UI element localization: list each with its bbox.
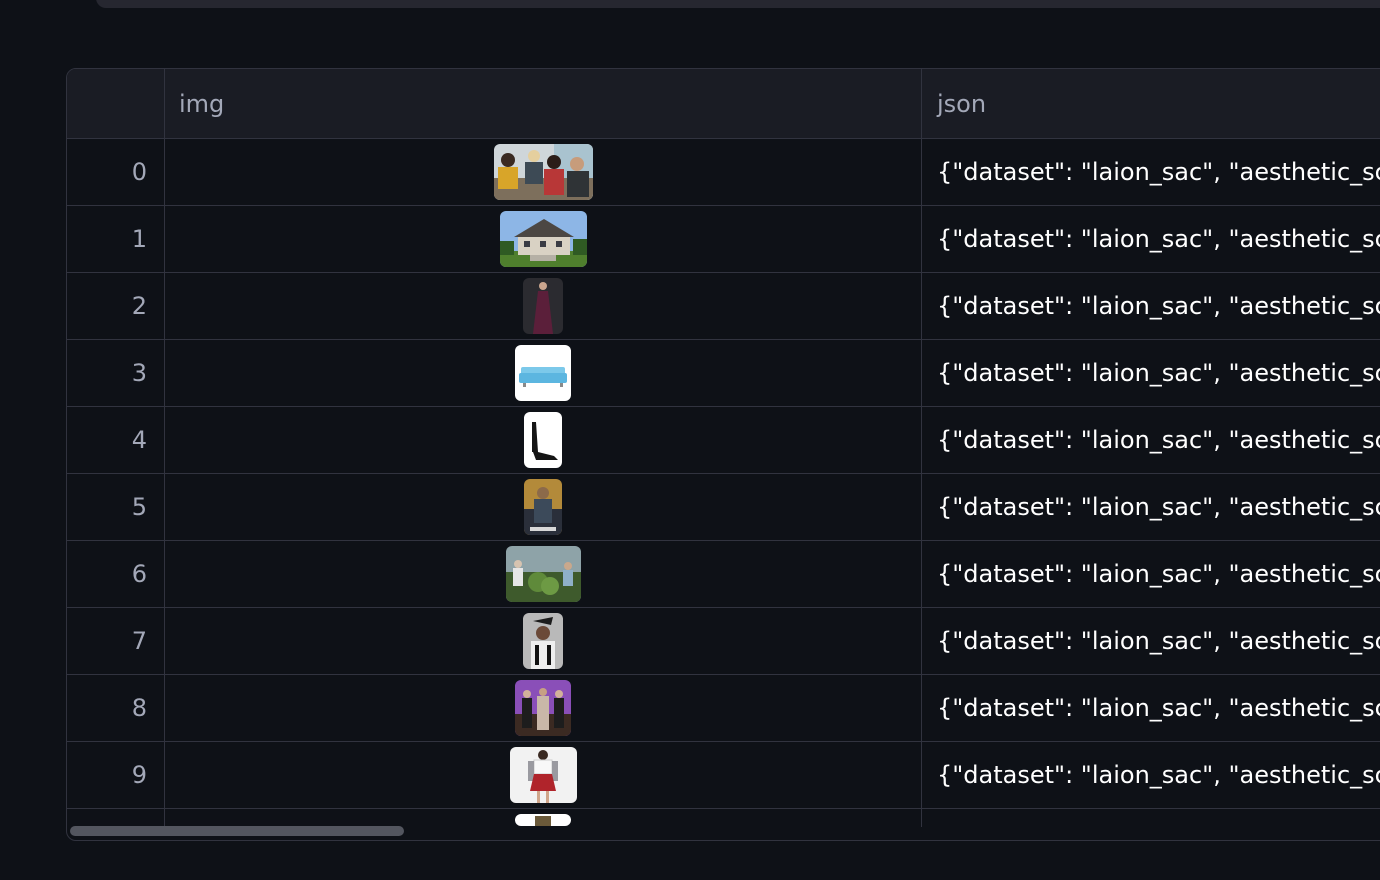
top-input-bar[interactable] (96, 0, 1380, 8)
table-row[interactable]: 0 {"dataset": "laion_sac", "aesthetic_sc… (67, 139, 1380, 206)
woman-in-gown-image (523, 278, 563, 334)
json-cell[interactable]: {"dataset": "laion_sac", "aesthetic_scor… (922, 675, 1380, 741)
row-index: 5 (67, 474, 165, 540)
json-cell[interactable]: {"dataset": "laion_sac", "aesthetic_scor… (922, 273, 1380, 339)
table-grid: img json 0 {"dataset": "laion_sac", "aes… (67, 69, 1380, 827)
json-cell[interactable]: {"dataset": "laion_sac", "aesthetic_scor… (922, 206, 1380, 272)
high-heel-shoe-image (524, 412, 562, 468)
row-index: 4 (67, 407, 165, 473)
img-cell[interactable] (165, 742, 922, 808)
woman-with-hat-image (523, 613, 563, 669)
dataframe-table[interactable]: img json 0 {"dataset": "laion_sac", "aes… (66, 68, 1380, 841)
table-row[interactable]: 1 {"dataset": "laion_sac", "aesthetic_sc… (67, 206, 1380, 273)
movie-poster-image (524, 479, 562, 535)
img-cell[interactable] (165, 340, 922, 406)
table-header-row: img json (67, 69, 1380, 139)
horizontal-scrollbar[interactable] (67, 825, 1380, 839)
group-of-people-image (493, 144, 593, 200)
img-column-header[interactable]: img (165, 69, 922, 138)
json-column-header[interactable]: json (922, 69, 1380, 138)
row-index: 0 (67, 139, 165, 205)
img-cell[interactable] (165, 608, 922, 674)
blue-sofa-image (515, 345, 571, 401)
json-cell[interactable]: {"dataset": "laion_sac", "aesthetic_scor… (922, 407, 1380, 473)
row-index: 7 (67, 608, 165, 674)
fashion-group-image (515, 680, 571, 736)
img-cell[interactable] (165, 273, 922, 339)
table-row[interactable]: 7 {"dataset": "laion_sac", "aesthetic_sc… (67, 608, 1380, 675)
table-row[interactable]: 3 {"dataset": "laion_sac", "aesthetic_sc… (67, 340, 1380, 407)
row-index: 6 (67, 541, 165, 607)
json-cell[interactable]: {"dataset": "laion_sac", "aesthetic_scor… (922, 474, 1380, 540)
img-cell[interactable] (165, 474, 922, 540)
scrollbar-thumb[interactable] (70, 826, 404, 836)
row-index: 8 (67, 675, 165, 741)
house-image (499, 211, 587, 267)
json-cell[interactable]: {"dataset": "laion_sac", "aesthetic_scor… (922, 608, 1380, 674)
table-row[interactable]: 8 {"dataset": "laion_sac", "aesthetic_sc… (67, 675, 1380, 742)
woman-red-skirt-image (509, 747, 577, 803)
img-cell[interactable] (165, 675, 922, 741)
json-cell[interactable]: {"dataset": "laion_sac", "aesthetic_scor… (922, 340, 1380, 406)
row-index: 9 (67, 742, 165, 808)
row-index: 1 (67, 206, 165, 272)
table-row[interactable]: 2 {"dataset": "laion_sac", "aesthetic_sc… (67, 273, 1380, 340)
img-cell[interactable] (165, 206, 922, 272)
img-cell[interactable] (165, 407, 922, 473)
table-row[interactable]: 9 {"dataset": "laion_sac", "aesthetic_sc… (67, 742, 1380, 809)
table-row[interactable]: 6 {"dataset": "laion_sac", "aesthetic_sc… (67, 541, 1380, 608)
img-cell[interactable] (165, 541, 922, 607)
table-row[interactable]: 4 {"dataset": "laion_sac", "aesthetic_sc… (67, 407, 1380, 474)
gardening-people-image (505, 546, 581, 602)
json-cell[interactable]: {"dataset": "laion_sac", "aesthetic_scor… (922, 742, 1380, 808)
table-row[interactable]: 5 {"dataset": "laion_sac", "aesthetic_sc… (67, 474, 1380, 541)
row-index: 3 (67, 340, 165, 406)
json-cell[interactable]: {"dataset": "laion_sac", "aesthetic_scor… (922, 139, 1380, 205)
index-column-header[interactable] (67, 69, 165, 138)
json-cell[interactable]: {"dataset": "laion_sac", "aesthetic_scor… (922, 541, 1380, 607)
row-index: 2 (67, 273, 165, 339)
img-cell[interactable] (165, 139, 922, 205)
